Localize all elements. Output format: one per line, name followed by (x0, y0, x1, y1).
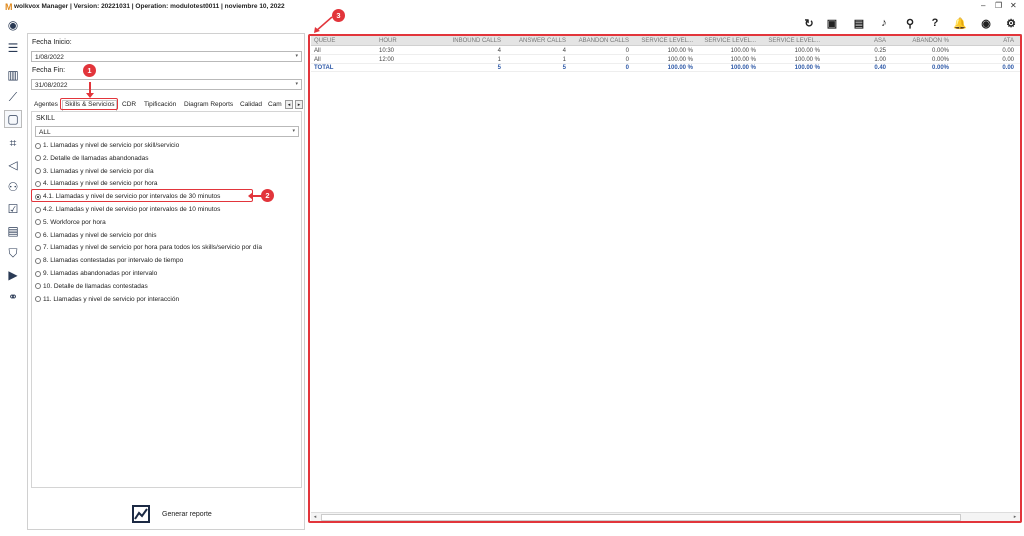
report-option[interactable]: 6. Llamadas y nivel de servicio por dnis (35, 232, 156, 239)
radio-button[interactable] (35, 180, 41, 187)
annotation-arrowhead-2 (248, 192, 253, 200)
chevron-down-icon[interactable]: ▾ (295, 81, 298, 87)
radio-button[interactable] (35, 168, 41, 175)
report-option-label: 8. Llamadas contestadas por intervalo de… (43, 257, 184, 265)
report-option-label: 2. Detalle de llamadas abandonadas (43, 154, 149, 162)
radio-button[interactable] (35, 219, 41, 226)
microphone-icon[interactable]: ⚲ (903, 16, 917, 30)
report-option-label: 9. Llamadas abandonadas por intervalo (43, 270, 158, 277)
user-icon[interactable]: ◉ (979, 16, 993, 30)
radio-button[interactable] (35, 283, 41, 290)
skill-value: ALL (39, 128, 51, 136)
highlight-skills-tab (60, 98, 118, 110)
report-option-label: 5. Workforce por hora (43, 218, 106, 226)
report-option[interactable]: 2. Detalle de llamadas abandonadas (35, 155, 149, 162)
tab-prev-icon[interactable]: ◂ (285, 100, 293, 109)
window-title: wolkvox Manager | Version: 20221031 | Op… (14, 3, 285, 10)
generate-report-button[interactable]: Generar reporte (132, 502, 242, 526)
radio-button[interactable] (35, 142, 41, 149)
report-option-label: 7. Llamadas y nivel de servicio por hora… (43, 244, 262, 252)
help-icon[interactable]: ? (928, 16, 942, 30)
annotation-arrowhead-1 (86, 93, 94, 98)
report-option[interactable]: 3. Llamadas y nivel de servicio por día (35, 168, 154, 175)
annotation-badge-2: 2 (261, 189, 274, 202)
settings-icon[interactable]: ⚙ (1004, 16, 1018, 30)
report-copy-icon[interactable]: ▣ (825, 16, 839, 30)
highlight-results-grid (308, 34, 1022, 523)
chevron-down-icon[interactable]: ▾ (292, 128, 295, 134)
menu-icon[interactable]: ☰ (4, 39, 22, 57)
tab-agentes[interactable]: Agentes (34, 101, 58, 108)
report-option[interactable]: 5. Workforce por hora (35, 219, 106, 226)
highlight-report-4-1 (31, 189, 253, 202)
skills-tab-content: SKILL ALL ▾ 1. Llamadas y nivel de servi… (31, 111, 302, 488)
radio-button[interactable] (35, 244, 41, 251)
skill-label: SKILL (36, 115, 56, 122)
line-chart-icon (132, 505, 150, 523)
report-option-label: 3. Llamadas y nivel de servicio por día (43, 167, 154, 175)
trend-icon[interactable]: ⟋ (4, 88, 22, 106)
radio-button[interactable] (35, 206, 41, 213)
report-option[interactable]: 11. Llamadas y nivel de servicio por int… (35, 296, 179, 303)
voicemail-icon[interactable]: ⚭ (4, 288, 22, 306)
report-option[interactable]: 8. Llamadas contestadas por intervalo de… (35, 257, 183, 264)
report-option-label: 11. Llamadas y nivel de servicio por int… (43, 295, 180, 303)
left-nav-rail: ◉ ☰ ▥ ⟋ ▢ ⌗ ◁ ⚇ ☑ ▤ ⛉ ▶ ⚭ (0, 14, 26, 536)
document-icon[interactable]: ▤ (4, 222, 22, 240)
report-option[interactable]: 9. Llamadas abandonadas por intervalo (35, 270, 157, 277)
generate-report-label: Generar reporte (162, 510, 212, 518)
tab-cdr[interactable]: CDR (122, 101, 136, 108)
campaign-icon[interactable]: ◁ (4, 156, 22, 174)
report-option-label: 4. Llamadas y nivel de servicio por hora (43, 180, 158, 188)
annotation-badge-1: 1 (83, 64, 96, 77)
start-date-value: 1/08/2022 (35, 53, 64, 61)
group-icon[interactable]: ⚇ (4, 178, 22, 196)
report-option[interactable]: 1. Llamadas y nivel de servicio por skil… (35, 142, 179, 149)
report-option-label: 10. Detalle de llamadas contestadas (43, 282, 148, 290)
bell-icon[interactable]: 🔔 (953, 16, 967, 30)
refresh-icon[interactable]: ↻ (802, 16, 816, 30)
start-date-label: Fecha Inicio: (32, 39, 72, 46)
video-add-icon[interactable]: ▶ (4, 266, 22, 284)
radio-button[interactable] (35, 155, 41, 162)
report-option-label: 4.2. Llamadas y nivel de servicio por in… (43, 206, 221, 213)
app-logo: M (5, 2, 13, 12)
report-option[interactable]: 10. Detalle de llamadas contestadas (35, 283, 148, 290)
id-card-icon[interactable]: ▤ (852, 16, 866, 30)
restore-button[interactable]: ❐ (995, 1, 1002, 10)
tab-next-icon[interactable]: ▸ (295, 100, 303, 109)
radio-button[interactable] (35, 296, 41, 303)
skill-select[interactable]: ALL ▾ (35, 126, 299, 137)
tab-tipificacion[interactable]: Tipificación (144, 101, 176, 108)
start-date-picker[interactable]: 1/08/2022 ▾ (31, 51, 302, 62)
radio-button[interactable] (35, 270, 41, 277)
hierarchy-icon[interactable]: ⌗ (4, 134, 22, 152)
end-date-value: 31/08/2022 (35, 81, 68, 89)
report-option[interactable]: 7. Llamadas y nivel de servicio por hora… (35, 244, 262, 251)
checklist-icon[interactable]: ☑ (4, 200, 22, 218)
annotation-badge-3: 3 (332, 9, 345, 22)
bar-chart-icon[interactable]: ▥ (4, 66, 22, 84)
report-option[interactable]: 4. Llamadas y nivel de servicio por hora (35, 180, 158, 187)
end-date-picker[interactable]: 31/08/2022 ▾ (31, 79, 302, 90)
radio-button[interactable] (35, 257, 41, 264)
chevron-down-icon[interactable]: ▾ (295, 53, 298, 59)
report-option-label: 6. Llamadas y nivel de servicio por dnis (43, 231, 157, 239)
close-button[interactable]: ✕ (1010, 1, 1017, 10)
music-note-icon[interactable]: ♪ (877, 16, 891, 30)
shield-icon[interactable]: ⛉ (4, 244, 22, 262)
tab-calidad[interactable]: Calidad (240, 101, 262, 108)
title-bar: M wolkvox Manager | Version: 20221031 | … (0, 0, 1024, 14)
tab-diagram-reports[interactable]: Diagram Reports (184, 101, 233, 108)
minimize-button[interactable]: – (981, 1, 985, 10)
tab-campanas[interactable]: Cam (268, 101, 282, 108)
report-option-label: 1. Llamadas y nivel de servicio por skil… (43, 142, 180, 149)
report-icon[interactable]: ▢ (4, 110, 22, 128)
end-date-label: Fecha Fin: (32, 67, 66, 74)
avatar-icon[interactable]: ◉ (4, 16, 22, 34)
radio-button[interactable] (35, 232, 41, 239)
report-option[interactable]: 4.2. Llamadas y nivel de servicio por in… (35, 206, 220, 213)
